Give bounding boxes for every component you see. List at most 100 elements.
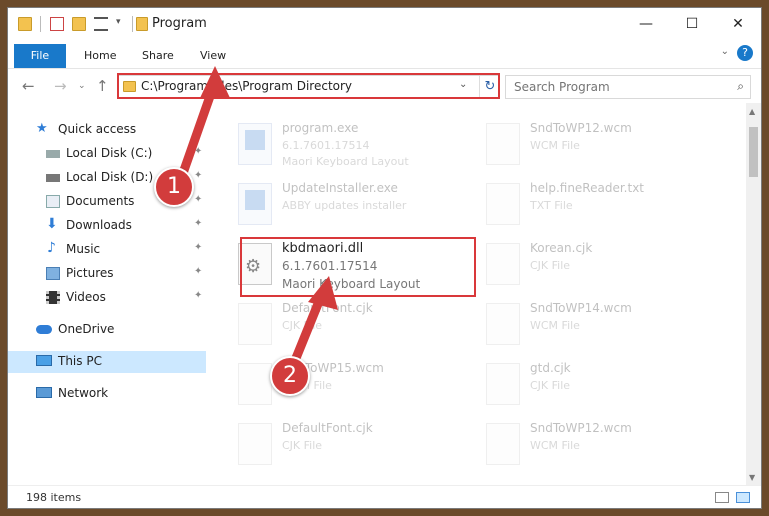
maximize-button[interactable]: ☐ — [669, 8, 715, 40]
scroll-up-icon[interactable]: ▲ — [749, 107, 755, 116]
download-arrow-icon: ⬇ — [46, 216, 58, 232]
back-arrow-icon[interactable]: ← — [22, 77, 35, 95]
pin-icon[interactable]: ✦ — [194, 290, 202, 301]
chevron-down-icon[interactable]: ▾ — [116, 17, 121, 27]
file-type: CJK File — [530, 379, 571, 392]
file-icon — [486, 123, 520, 165]
nav-label: OneDrive — [58, 322, 115, 336]
file-type: WCM File — [530, 319, 580, 332]
installer-icon — [238, 183, 272, 225]
file-type: WCM File — [530, 139, 580, 152]
pin-icon[interactable]: ✦ — [194, 146, 202, 157]
minimize-button[interactable]: — — [623, 8, 669, 40]
film-icon — [46, 291, 60, 304]
folder-icon — [136, 17, 148, 31]
divider — [40, 16, 41, 32]
music-note-icon: ♪ — [47, 240, 56, 256]
file-icon — [486, 303, 520, 345]
file-name: Korean.cjk — [530, 241, 593, 255]
title-bar: ▾ Program — ☐ ✕ — [8, 8, 761, 40]
recent-locations-chevron-icon[interactable]: ⌄ — [78, 81, 86, 91]
network-icon — [36, 387, 52, 398]
file-name: SndToWP14.wcm — [530, 301, 632, 315]
file-type: CJK File — [282, 319, 323, 332]
address-row: ← → ⌄ ↑ C:\Program Files\Program Directo… — [8, 69, 761, 103]
file-icon — [486, 363, 520, 405]
nav-item-local-disk-c[interactable]: Local Disk (C:) ✦ — [8, 143, 206, 165]
up-arrow-icon[interactable]: ↑ — [96, 77, 109, 95]
help-icon[interactable]: ? — [737, 45, 753, 61]
file-name: DefaultFont.cjk — [282, 301, 373, 315]
file-type: TXT File — [530, 199, 573, 212]
nav-item-network[interactable]: Network — [8, 383, 206, 405]
file-name: UpdateInstaller.exe — [282, 181, 398, 195]
search-icon[interactable]: ⌕ — [737, 79, 744, 94]
tab-share[interactable]: Share — [142, 45, 174, 67]
file-name: program.exe — [282, 121, 359, 135]
scroll-thumb[interactable] — [749, 127, 758, 177]
file-description: Maori Keyboard Layout — [282, 155, 409, 168]
nav-label: Music — [66, 242, 101, 256]
nav-item-quick-access[interactable]: ★ Quick access — [8, 119, 206, 141]
nav-label: Local Disk (C:) — [66, 146, 153, 160]
file-item[interactable]: DefaultFont.cjk CJK File — [232, 297, 472, 353]
file-icon — [238, 303, 272, 345]
file-item[interactable]: DefaultFont.cjk CJK File — [232, 417, 472, 473]
nav-label: Videos — [66, 290, 106, 304]
nav-label: Network — [58, 386, 109, 400]
tab-home[interactable]: Home — [84, 45, 116, 67]
pin-icon[interactable]: ✦ — [194, 170, 202, 181]
file-item[interactable]: SndToWP14.wcm WCM File — [480, 297, 720, 353]
large-icons-view-icon[interactable] — [736, 492, 750, 503]
scroll-down-icon[interactable]: ▼ — [749, 473, 755, 482]
nav-item-onedrive[interactable]: OneDrive — [8, 319, 206, 341]
nav-label: Local Disk (D:) — [66, 170, 154, 184]
nav-item-videos[interactable]: Videos ✦ — [8, 287, 206, 309]
step-badge-2: 2 — [270, 356, 310, 396]
close-button[interactable]: ✕ — [715, 8, 761, 40]
tab-view[interactable]: View — [200, 45, 226, 67]
file-name: SndToWP12.wcm — [530, 421, 632, 435]
file-item[interactable]: SndToWP12.wcm WCM File — [480, 417, 720, 473]
monitor-icon — [36, 355, 52, 366]
file-item[interactable]: UpdateInstaller.exe ABBY updates install… — [232, 177, 472, 233]
nav-item-downloads[interactable]: ⬇ Downloads ✦ — [8, 215, 206, 237]
file-item[interactable]: help.fineReader.txt TXT File — [480, 177, 720, 233]
nav-item-this-pc[interactable]: This PC — [8, 351, 206, 373]
pin-icon[interactable]: ✦ — [194, 266, 202, 277]
nav-item-pictures[interactable]: Pictures ✦ — [8, 263, 206, 285]
tab-file[interactable]: File — [14, 44, 66, 68]
file-item[interactable]: gtd.cjk CJK File — [480, 357, 720, 413]
file-item[interactable]: program.exe 6.1.7601.17514 Maori Keyboar… — [232, 117, 472, 179]
nav-label: Downloads — [66, 218, 132, 232]
file-item[interactable]: Korean.cjk CJK File — [480, 237, 720, 293]
customize-toolbar-icon[interactable] — [94, 17, 108, 31]
chevron-down-icon[interactable]: ⌄ — [721, 46, 729, 57]
step-badge-1: 1 — [154, 167, 194, 207]
new-folder-icon[interactable] — [72, 17, 86, 31]
file-item[interactable]: SndToWP15.wcm WCM File — [232, 357, 472, 413]
file-item[interactable]: SndToWP12.wcm WCM File — [480, 117, 720, 173]
file-description: ABBY updates installer — [282, 199, 407, 212]
nav-label: Quick access — [58, 122, 137, 136]
file-version: 6.1.7601.17514 — [282, 139, 370, 152]
pin-icon[interactable]: ✦ — [194, 218, 202, 229]
forward-arrow-icon[interactable]: → — [54, 77, 67, 95]
nav-label: Pictures — [66, 266, 114, 280]
properties-check-icon[interactable] — [50, 17, 64, 31]
pin-icon[interactable]: ✦ — [194, 194, 202, 205]
details-view-icon[interactable] — [715, 492, 729, 503]
ribbon-tabs: File Home Share View ⌄ ? — [8, 40, 761, 69]
window-title: Program — [152, 16, 207, 31]
file-type: WCM File — [530, 439, 580, 452]
nav-label: This PC — [58, 354, 102, 368]
search-box[interactable]: ⌕ — [505, 75, 751, 99]
file-name: gtd.cjk — [530, 361, 571, 375]
search-input[interactable] — [512, 76, 716, 98]
vertical-scrollbar[interactable]: ▲ ▼ — [746, 103, 761, 485]
text-file-icon — [486, 183, 520, 225]
nav-item-music[interactable]: ♪ Music ✦ — [8, 239, 206, 261]
file-icon — [238, 363, 272, 405]
cloud-icon — [36, 325, 52, 334]
pin-icon[interactable]: ✦ — [194, 242, 202, 253]
